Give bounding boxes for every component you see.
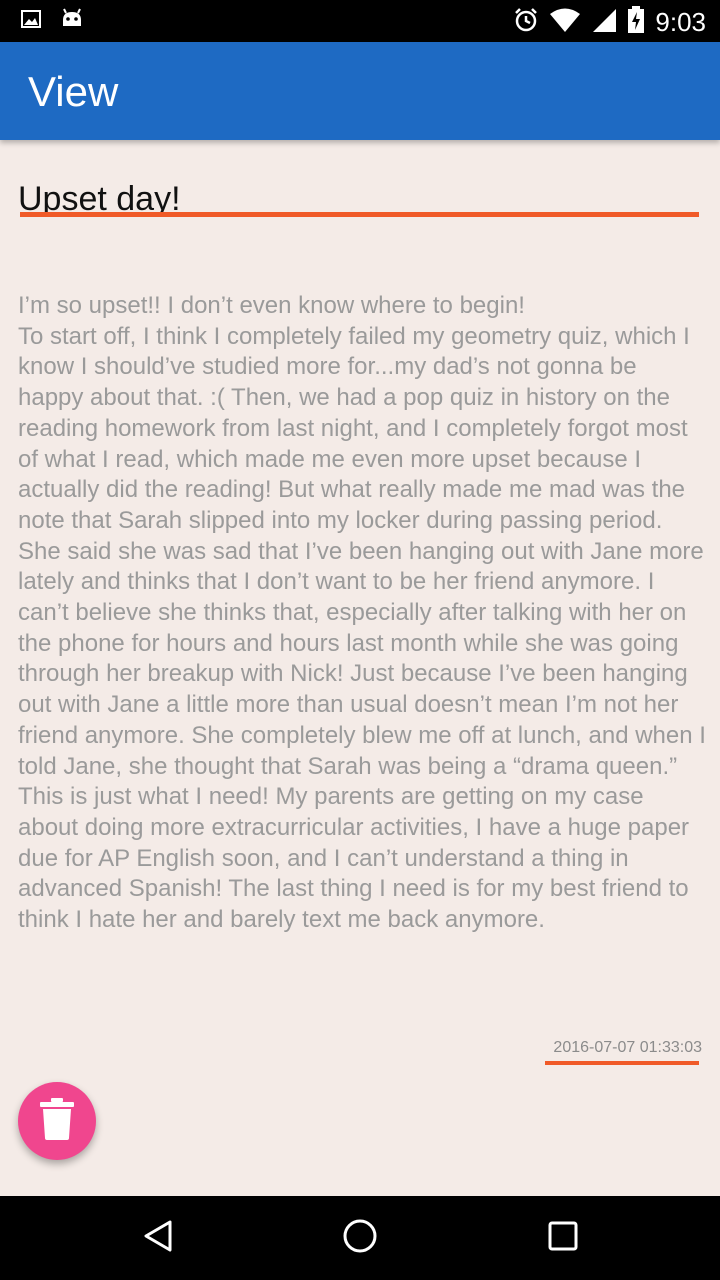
title-underline xyxy=(20,212,699,217)
home-button[interactable] xyxy=(338,1216,382,1260)
recents-icon xyxy=(547,1220,579,1257)
trash-icon xyxy=(38,1097,76,1146)
wifi-icon xyxy=(549,7,581,38)
clock: 9:03 xyxy=(655,7,706,37)
app-bar-title: View xyxy=(28,68,119,115)
back-icon xyxy=(142,1219,174,1258)
delete-button[interactable] xyxy=(18,1082,96,1160)
signal-icon xyxy=(591,7,617,38)
alarm-icon xyxy=(513,7,539,38)
recents-button[interactable] xyxy=(541,1216,585,1260)
entry-timestamp: 2016-07-07 01:33:03 xyxy=(553,1039,702,1056)
image-icon xyxy=(20,8,42,35)
back-button[interactable] xyxy=(136,1216,180,1260)
home-icon xyxy=(342,1218,378,1259)
navigation-bar xyxy=(0,1196,720,1280)
status-bar: 9:03 xyxy=(0,0,720,42)
android-icon xyxy=(60,8,84,35)
entry-body[interactable]: I’m so upset!! I don’t even know where t… xyxy=(18,291,708,936)
timestamp-underline xyxy=(545,1061,699,1065)
battery-charging-icon xyxy=(627,6,645,39)
app-bar: View xyxy=(0,42,720,140)
